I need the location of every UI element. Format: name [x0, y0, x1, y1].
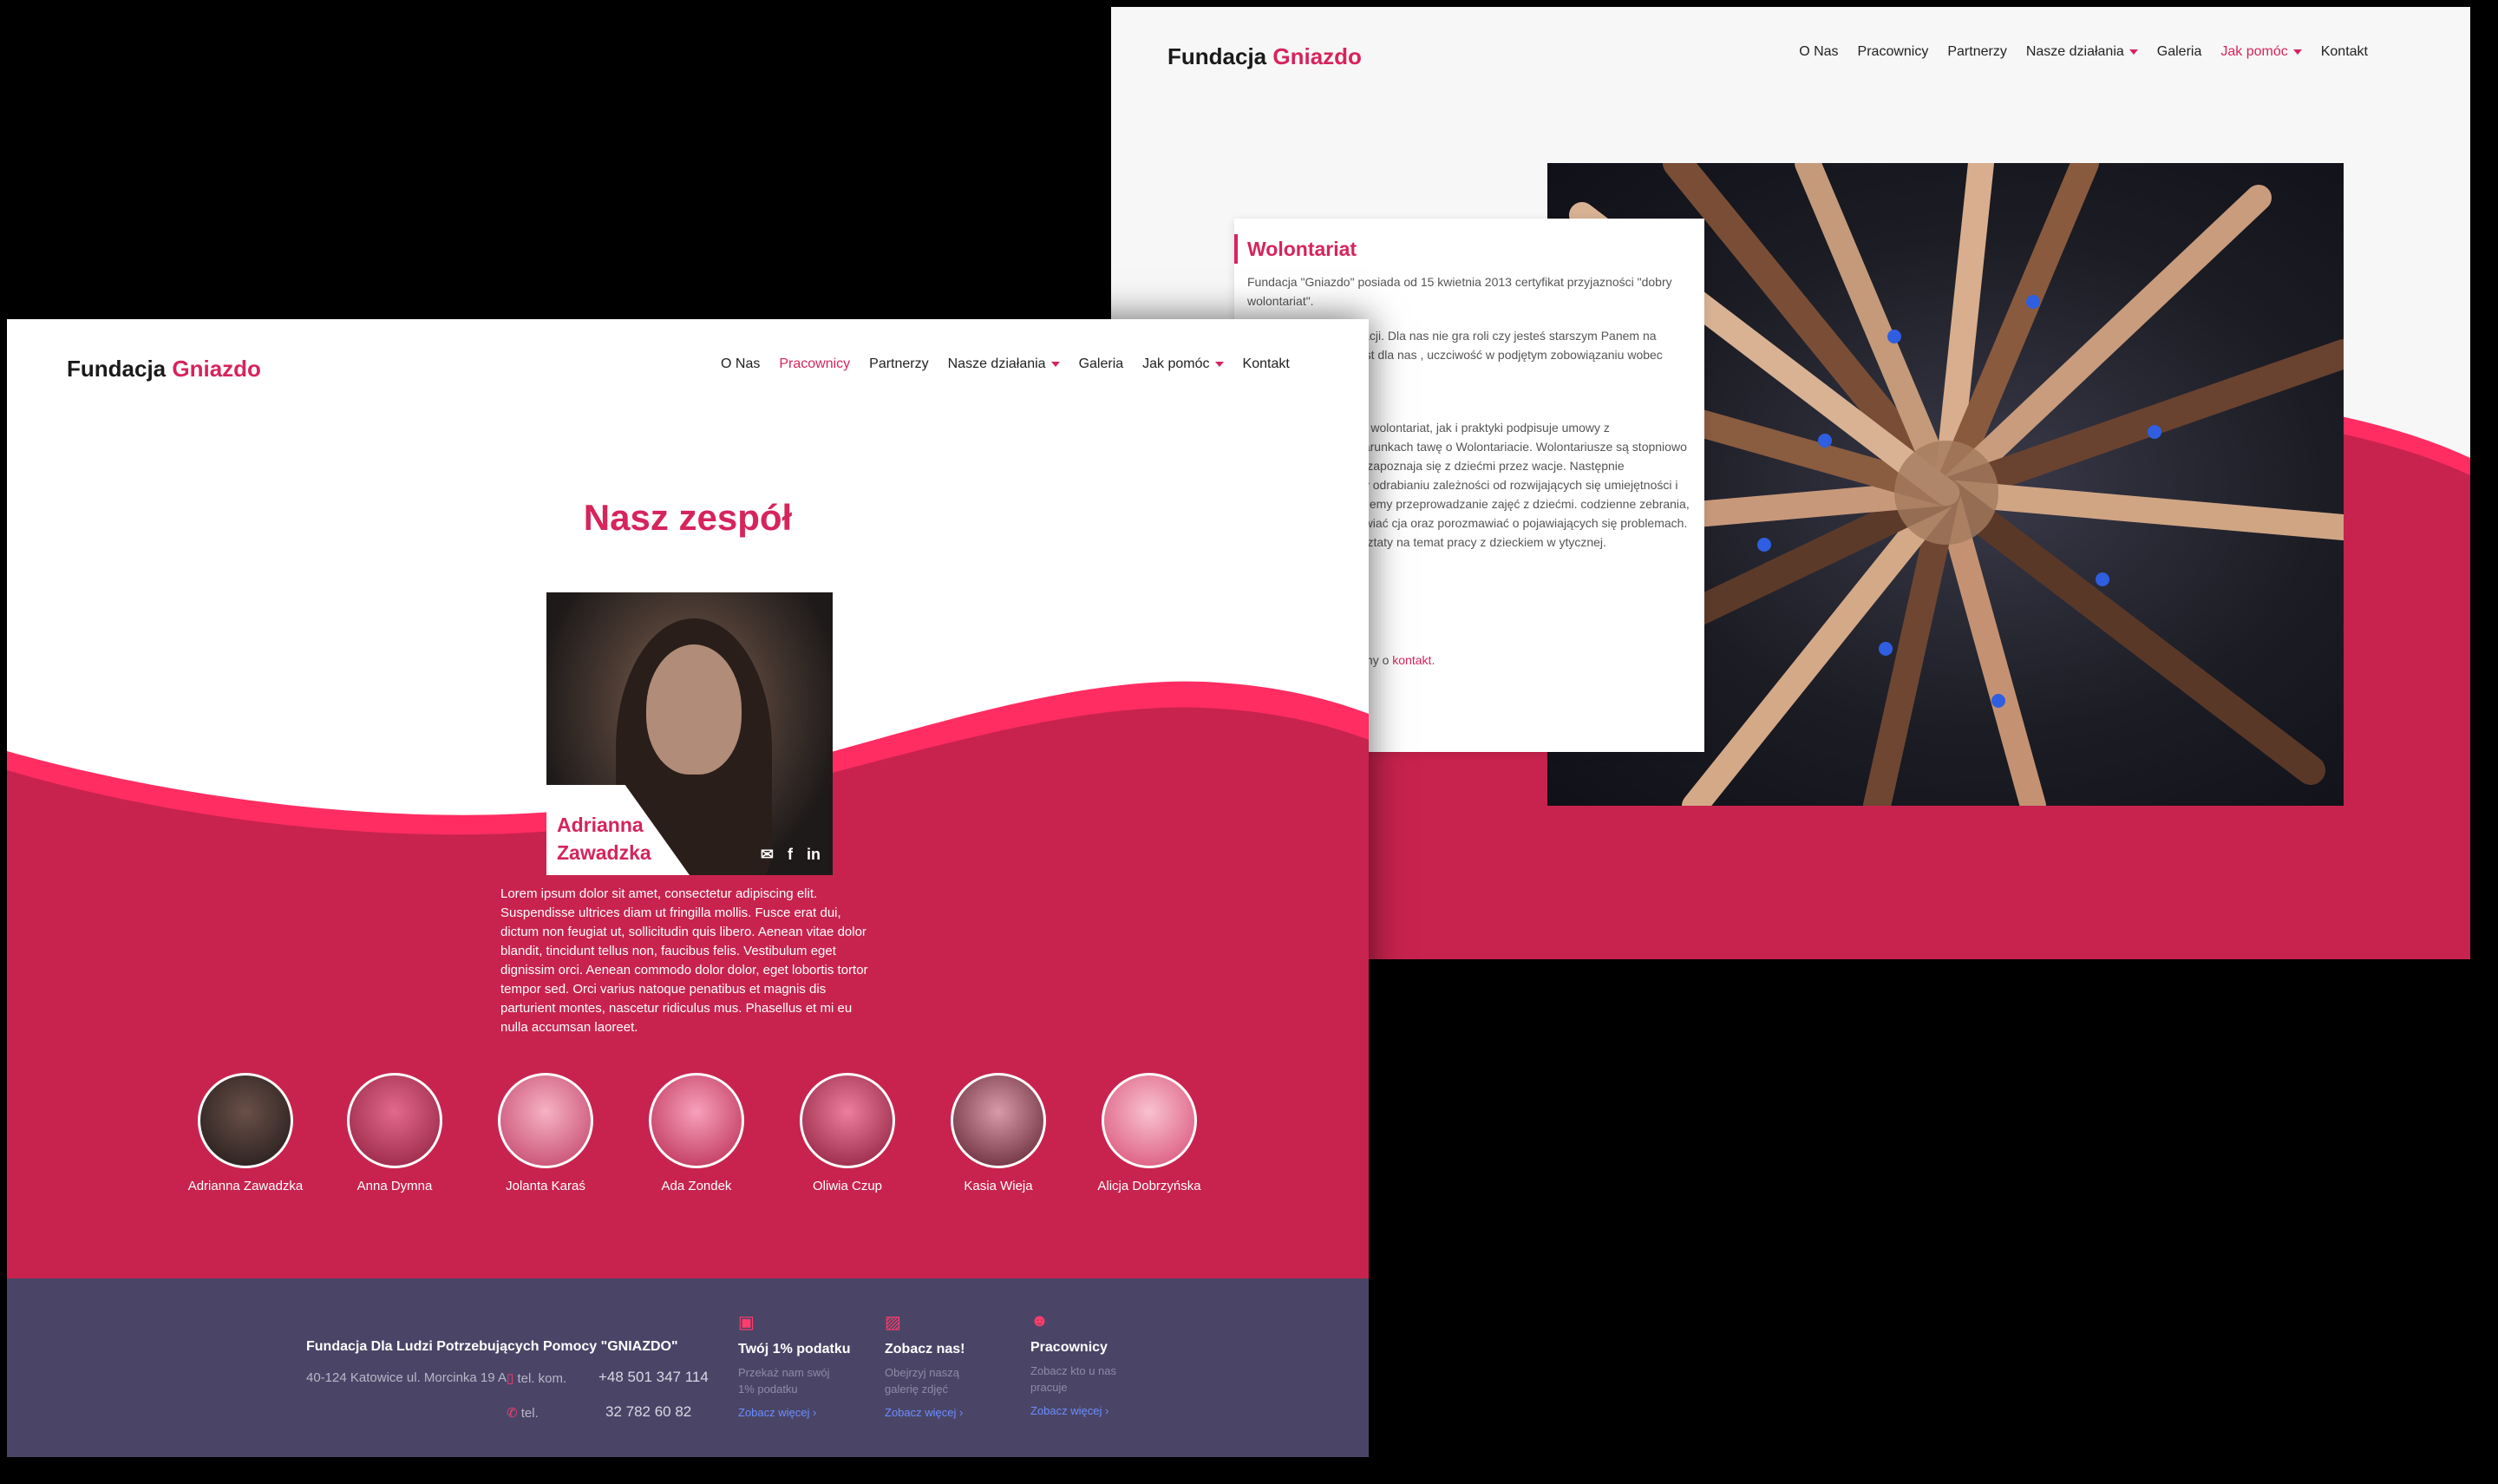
see-more-link[interactable]: Zobacz więcej ›	[1030, 1404, 1161, 1417]
main-nav: O Nas Pracownicy Partnerzy Nasze działan…	[721, 356, 1290, 372]
team-member-name: Jolanta Karaś	[506, 1179, 585, 1193]
money-icon: ▣	[738, 1313, 755, 1332]
footer-phone-value[interactable]: 32 782 60 82	[605, 1403, 691, 1421]
nav-galeria[interactable]: Galeria	[2157, 44, 2202, 60]
footer-address: 40-124 Katowice ul. Morcinka 19 A	[306, 1370, 507, 1385]
nav-partnerzy[interactable]: Partnerzy	[1947, 44, 2006, 60]
avatar[interactable]	[347, 1073, 442, 1168]
team-member-name: Ada Zondek	[661, 1179, 732, 1193]
nav-partnerzy[interactable]: Partnerzy	[869, 356, 928, 372]
team-member[interactable]: Ada Zondek	[623, 1073, 770, 1193]
avatar[interactable]	[198, 1073, 293, 1168]
team-member[interactable]: Oliwia Czup	[774, 1073, 921, 1193]
site-logo[interactable]: Fundacja Gniazdo	[1167, 43, 1362, 70]
avatar[interactable]	[649, 1073, 744, 1168]
footer-col-gallery: ▨ Zobacz nas! Obejrzyj naszą galerię zdj…	[885, 1311, 1015, 1419]
team-member-name: Alicja Dobrzyńska	[1097, 1179, 1201, 1193]
nav-nasze-dzialania[interactable]: Nasze działania	[948, 356, 1060, 372]
site-footer: Fundacja Dla Ludzi Potrzebujących Pomocy…	[7, 1278, 1369, 1457]
team-member[interactable]: Adrianna Zawadzka	[172, 1073, 319, 1193]
see-more-link[interactable]: Zobacz więcej ›	[885, 1406, 1015, 1419]
avatar[interactable]	[498, 1073, 593, 1168]
team-member-name: Anna Dymna	[356, 1179, 433, 1193]
nav-jak-pomoc[interactable]: Jak pomóc	[1142, 356, 1223, 372]
nav-kontakt[interactable]: Kontakt	[2321, 44, 2368, 60]
phone-icon: ✆	[507, 1406, 518, 1421]
nav-pracownicy[interactable]: Pracownicy	[1858, 44, 1929, 60]
nav-pracownicy[interactable]: Pracownicy	[779, 356, 850, 372]
main-nav: O Nas Pracownicy Partnerzy Nasze działan…	[1799, 44, 2368, 60]
footer-org-name: Fundacja Dla Ludzi Potrzebujących Pomocy…	[306, 1339, 678, 1354]
featured-member-name: Adrianna Zawadzka	[557, 814, 651, 864]
facebook-icon[interactable]: f	[788, 846, 793, 864]
see-more-link[interactable]: Zobacz więcej ›	[738, 1406, 868, 1419]
footer-col-staff: ☻ Pracownicy Zobacz kto u nas pracuje Zo…	[1030, 1311, 1161, 1417]
footer-phone: ✆ tel.	[507, 1406, 539, 1421]
team-member[interactable]: Jolanta Karaś	[472, 1073, 619, 1193]
team-member-name: Kasia Wieja	[964, 1179, 1033, 1193]
nav-kontakt[interactable]: Kontakt	[1243, 356, 1290, 372]
mobile-icon: ▯	[507, 1371, 514, 1386]
front-window: Fundacja Gniazdo O Nas Pracownicy Partne…	[7, 319, 1369, 1457]
card-title: Wolontariat	[1247, 238, 1357, 260]
site-logo[interactable]: Fundacja Gniazdo	[67, 356, 261, 382]
card-paragraph: Fundacja "Gniazdo" posiada od 15 kwietni…	[1247, 275, 1672, 308]
linkedin-icon[interactable]: in	[807, 846, 821, 864]
nav-nasze-dzialania[interactable]: Nasze działania	[2026, 44, 2138, 60]
avatar[interactable]	[951, 1073, 1046, 1168]
nav-jak-pomoc[interactable]: Jak pomóc	[2220, 44, 2301, 60]
envelope-icon[interactable]: ✉	[761, 846, 774, 864]
nav-galeria[interactable]: Galeria	[1079, 356, 1124, 372]
team-member[interactable]: Anna Dymna	[321, 1073, 468, 1193]
team-member-name: Oliwia Czup	[812, 1179, 883, 1193]
smile-icon: ☻	[1030, 1311, 1050, 1330]
footer-phone-kom: ▯ tel. kom.	[507, 1371, 567, 1386]
team-member[interactable]: Kasia Wieja	[925, 1073, 1072, 1193]
footer-phone-kom-value[interactable]: +48 501 347 114	[598, 1369, 709, 1386]
page-title: Nasz zespół	[583, 497, 793, 538]
avatar[interactable]	[800, 1073, 895, 1168]
nav-o-nas[interactable]: O Nas	[721, 356, 760, 372]
social-icons: ✉ f in	[761, 846, 821, 864]
member-bio: Lorem ipsum dolor sit amet, consectetur …	[500, 886, 868, 1035]
team-member-name: Adrianna Zawadzka	[187, 1179, 304, 1193]
footer-col-tax: ▣ Twój 1% podatku Przekaż nam swój 1% po…	[738, 1311, 868, 1419]
featured-member-photo: Adrianna Zawadzka ✉ f in	[546, 592, 833, 875]
avatar[interactable]	[1102, 1073, 1197, 1168]
nav-o-nas[interactable]: O Nas	[1799, 44, 1838, 60]
contact-link[interactable]: kontakt	[1392, 653, 1431, 667]
team-member[interactable]: Alicja Dobrzyńska	[1076, 1073, 1223, 1193]
image-icon: ▨	[885, 1313, 901, 1332]
card-accent-bar	[1234, 234, 1238, 264]
